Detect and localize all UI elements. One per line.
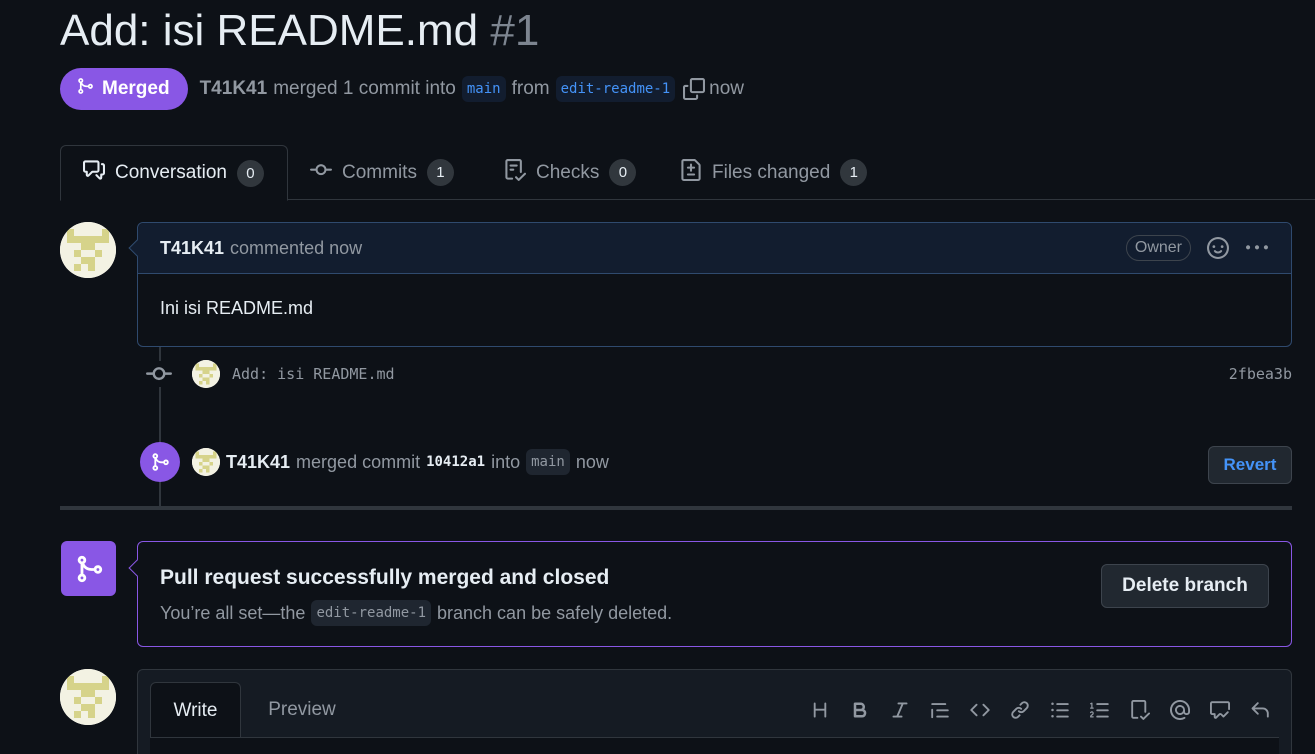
pr-tabs: Conversation 0 Commits 1 Checks 0 Files … (60, 145, 1315, 201)
commit-event: Add: isi README.md 2fbea3b (146, 358, 1292, 390)
comment-author-link[interactable]: T41K41 (160, 238, 224, 259)
head-branch-link[interactable]: edit-readme-1 (555, 76, 676, 102)
pr-number: #1 (490, 6, 540, 55)
merged-status-box: Pull request successfully merged and clo… (128, 541, 1292, 647)
merge-author-link[interactable]: T41K41 (226, 452, 290, 473)
avatar[interactable] (60, 222, 116, 278)
tab-label: Checks (536, 161, 600, 183)
merged-sub-before: You’re all set—the (160, 602, 306, 623)
merge-icon (76, 76, 94, 102)
checklist-icon (504, 158, 527, 187)
quote-icon[interactable] (920, 694, 960, 726)
comment-composer: Write Preview (137, 669, 1292, 754)
tab-counter: 1 (840, 159, 868, 186)
reference-icon[interactable] (1200, 694, 1240, 726)
comment-body: Ini isi README.md (160, 298, 314, 318)
pr-author-link[interactable]: T41K41 (200, 78, 268, 100)
commit-sha-link[interactable]: 2fbea3b (1229, 365, 1292, 383)
revert-button[interactable]: Revert (1208, 446, 1292, 484)
tab-counter: 1 (426, 159, 454, 186)
tab-files-changed[interactable]: Files changed 1 (680, 145, 868, 200)
comment-textarea[interactable] (150, 737, 1279, 754)
bold-icon[interactable] (840, 694, 880, 726)
tab-label: Files changed (712, 161, 831, 183)
base-branch-link[interactable]: main (461, 76, 506, 102)
commit-icon (146, 361, 172, 387)
merged-sub-after: branch can be safely deleted. (437, 602, 673, 623)
task-list-icon[interactable] (1120, 694, 1160, 726)
pr-summary-text: merged 1 commit into (273, 78, 456, 99)
delete-branch-button[interactable]: Delete branch (1101, 564, 1269, 608)
pr-title: Add: isi README.md (60, 6, 479, 55)
comment-card: T41K41 commented now Owner Ini isi READM… (128, 222, 1292, 347)
merged-branch-label: edit-readme-1 (311, 600, 432, 626)
italic-icon[interactable] (880, 694, 920, 726)
commit-icon (310, 159, 332, 187)
tab-label: Conversation (115, 162, 227, 183)
heading-icon[interactable] (800, 694, 840, 726)
timeline-divider (60, 506, 1292, 510)
pr-meta: Merged T41K41 merged 1 commit into main … (60, 68, 744, 110)
avatar[interactable] (60, 669, 116, 725)
commit-message-link[interactable]: Add: isi README.md (232, 365, 395, 383)
avatar[interactable] (192, 360, 220, 388)
owner-badge: Owner (1125, 235, 1191, 261)
merged-state-badge: Merged (60, 68, 188, 110)
mention-icon[interactable] (1160, 694, 1200, 726)
merge-icon (150, 452, 170, 472)
state-label: Merged (102, 78, 170, 99)
merge-event-badge (140, 442, 180, 482)
numbered-list-icon[interactable] (1080, 694, 1120, 726)
tab-preview[interactable]: Preview (256, 682, 348, 738)
merge-icon (74, 554, 104, 584)
file-diff-icon (680, 158, 702, 187)
tab-label: Commits (342, 161, 417, 183)
merged-title: Pull request successfully merged and clo… (160, 566, 610, 589)
copy-icon[interactable] (683, 78, 706, 100)
reply-icon[interactable] (1240, 694, 1280, 726)
merge-time: now (575, 451, 609, 472)
page-title: Add: isi README.md #1 (60, 6, 539, 56)
merged-subtitle: You’re all set—the edit-readme-1 branch … (160, 600, 672, 626)
avatar[interactable] (192, 448, 220, 476)
kebab-horizontal-icon[interactable] (1245, 237, 1269, 259)
merge-text: merged commit (296, 451, 421, 472)
merge-commit-sha-link[interactable]: 10412a1 (426, 454, 485, 470)
tab-write[interactable]: Write (150, 682, 241, 738)
merge-branch-link[interactable]: main (526, 449, 570, 475)
merged-status-icon-box (61, 541, 116, 596)
smiley-icon[interactable] (1207, 237, 1229, 259)
code-icon[interactable] (960, 694, 1000, 726)
from-text: from (511, 78, 550, 99)
merged-box-caret (128, 559, 146, 577)
merge-event: T41K41 merged commit 10412a1 into main n… (192, 445, 609, 479)
comment-header: T41K41 commented now Owner (138, 223, 1291, 274)
tab-checks[interactable]: Checks 0 (504, 145, 637, 200)
bullet-list-icon[interactable] (1040, 694, 1080, 726)
tab-commits[interactable]: Commits 1 (310, 145, 454, 200)
markdown-toolbar (800, 694, 1280, 726)
link-icon[interactable] (1000, 694, 1040, 726)
tab-counter: 0 (236, 159, 264, 187)
tab-conversation[interactable]: Conversation 0 (60, 145, 288, 201)
merge-into-text: into (491, 451, 521, 472)
comment-action: commented now (230, 237, 363, 258)
tab-counter: 0 (609, 159, 637, 186)
pr-time: now (709, 78, 745, 99)
conversation-icon (83, 159, 105, 187)
